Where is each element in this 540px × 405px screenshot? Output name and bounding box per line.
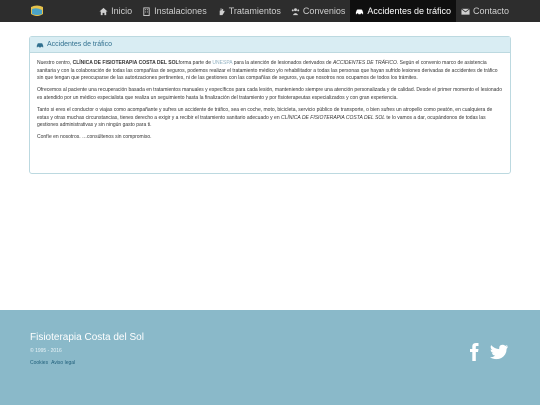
facebook-icon[interactable] [468, 343, 480, 361]
panel-title: Accidentes de tráfico [47, 41, 112, 48]
nav-item-label: Convenios [302, 6, 346, 16]
cookies-link[interactable]: Cookies [30, 360, 48, 366]
copyright: © 1995 - 2016 [30, 348, 62, 354]
clinic-name: CLÍNICA DE FISIOTERAPIA COSTA DEL SOL [72, 60, 179, 66]
twitter-icon[interactable] [490, 343, 508, 361]
users-icon [291, 7, 300, 15]
building-icon [143, 6, 150, 16]
paragraph-rights: Tanto si eres el conductor o viajas como… [37, 107, 503, 130]
clinic-name-italic: CLÍNICA DE FISIOTERAPIA COSTA DEL SOL [281, 114, 386, 121]
text: Nuestro centro, [37, 60, 73, 66]
nav-item-label: Instalaciones [154, 6, 207, 16]
nav-item-contacto[interactable]: Contacto [456, 0, 514, 22]
nav-item-label: Inicio [111, 6, 133, 16]
paragraph-treatment: Ofrecemos al paciente una recuperación b… [37, 87, 502, 101]
main-nav: Inicio Instalaciones Tratamientos Conven… [94, 0, 514, 22]
nav-item-accidentes[interactable]: Accidentes de tráfico [350, 0, 456, 22]
content-panel: Accidentes de tráfico Nuestro centro, CL… [29, 36, 511, 174]
nav-item-label: Tratamientos [228, 6, 281, 16]
logo-icon[interactable] [30, 4, 44, 18]
nav-item-inicio[interactable]: Inicio [94, 0, 137, 22]
nav-item-label: Contacto [472, 6, 509, 16]
panel-heading: Accidentes de tráfico [30, 37, 510, 53]
nav-item-tratamientos[interactable]: Tratamientos [212, 0, 286, 22]
unespa-link[interactable]: UNESPA [212, 60, 232, 66]
car-icon [36, 42, 44, 48]
emphasis-text: ACCIDENTES DE TRÁFICO [332, 60, 397, 66]
footer-links: Cookies Aviso legal [30, 360, 75, 366]
envelope-icon [461, 8, 470, 15]
text: forma parte de [178, 60, 213, 66]
footer-title: Fisioterapia Costa del Sol [30, 332, 144, 343]
navbar: Inicio Instalaciones Tratamientos Conven… [0, 0, 540, 22]
panel-body: Nuestro centro, CLÍNICA DE FISIOTERAPIA … [30, 53, 510, 142]
home-icon [99, 7, 108, 15]
nav-item-convenios[interactable]: Convenios [286, 0, 351, 22]
text: para la atención de lesionados derivados… [232, 60, 333, 66]
paragraph-trust: Confíe en nosotros. …consúltenos sin com… [37, 134, 152, 141]
legal-notice-link[interactable]: Aviso legal [51, 360, 75, 366]
car-icon [356, 9, 364, 15]
hand-icon [219, 7, 225, 15]
nav-item-label: Accidentes de tráfico [367, 6, 451, 16]
paragraph-intro: Nuestro centro, CLÍNICA DE FISIOTERAPIA … [37, 60, 503, 83]
footer: Fisioterapia Costa del Sol © 1995 - 2016… [0, 310, 540, 405]
nav-item-instalaciones[interactable]: Instalaciones [137, 0, 212, 22]
